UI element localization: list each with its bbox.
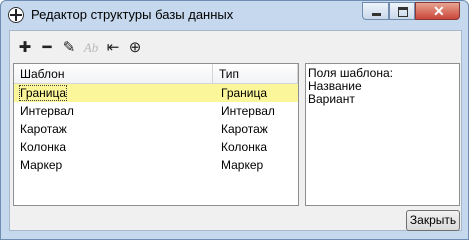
edit-icon[interactable]: ✎ xyxy=(60,39,78,57)
app-icon[interactable] xyxy=(8,7,24,23)
dialog-window: Редактор структуры базы данных ✕ ✚ ━ ✎ A… xyxy=(0,0,469,240)
cell-type: Колонка xyxy=(221,140,268,154)
list-header: Шаблон Тип xyxy=(14,64,298,84)
cell-type: Граница xyxy=(221,86,268,100)
title-bar[interactable]: Редактор структуры базы данных ✕ xyxy=(1,1,468,29)
column-header-type[interactable]: Тип xyxy=(219,67,239,81)
cell-type: Интервал xyxy=(221,104,275,118)
close-icon: ✕ xyxy=(433,3,445,19)
template-fields-panel[interactable]: Поля шаблона: Название Вариант xyxy=(305,63,460,206)
cell-type: Маркер xyxy=(221,158,264,172)
cell-template: Интервал xyxy=(20,104,74,118)
cell-template: Каротаж xyxy=(20,122,67,136)
client-area: ✚ ━ ✎ Ab ⇤ ⊕ Шаблон Тип Граница Граница … xyxy=(9,30,462,231)
rename-icon[interactable]: Ab xyxy=(82,39,100,57)
cell-template: Маркер xyxy=(20,158,63,172)
minimize-button[interactable] xyxy=(362,2,389,20)
add-icon[interactable]: ✚ xyxy=(16,39,34,57)
toolbar: ✚ ━ ✎ Ab ⇤ ⊕ xyxy=(10,31,461,61)
close-button[interactable]: Закрыть xyxy=(406,210,460,231)
table-row[interactable]: Колонка Колонка xyxy=(14,138,298,156)
minimize-icon xyxy=(372,13,381,16)
field-item: Вариант xyxy=(308,92,355,106)
templates-list[interactable]: Шаблон Тип Граница Граница Интервал Инте… xyxy=(13,63,299,206)
back-icon[interactable]: ⇤ xyxy=(104,39,122,57)
column-header-template[interactable]: Шаблон xyxy=(20,67,64,81)
table-row[interactable]: Маркер Маркер xyxy=(14,156,298,174)
table-row[interactable]: Интервал Интервал xyxy=(14,102,298,120)
cell-template: Колонка xyxy=(20,140,67,154)
column-separator[interactable] xyxy=(297,64,298,83)
remove-icon[interactable]: ━ xyxy=(38,39,56,57)
cell-type: Каротаж xyxy=(221,122,268,136)
column-separator[interactable] xyxy=(212,64,213,83)
maximize-icon xyxy=(398,7,408,17)
close-window-button[interactable]: ✕ xyxy=(415,2,460,20)
table-row[interactable]: Каротаж Каротаж xyxy=(14,120,298,138)
link-icon[interactable]: ⊕ xyxy=(126,39,144,57)
table-row[interactable]: Граница Граница xyxy=(14,84,298,102)
maximize-button[interactable] xyxy=(389,2,415,20)
window-title: Редактор структуры базы данных xyxy=(31,7,234,22)
cell-template: Граница xyxy=(18,85,68,101)
